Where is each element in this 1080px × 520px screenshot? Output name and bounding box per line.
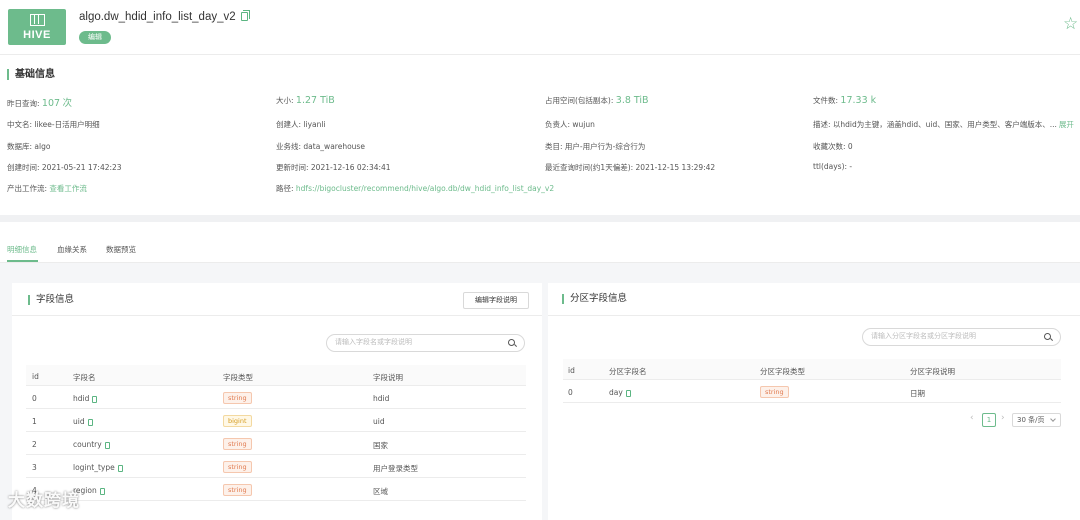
prev-page-icon[interactable]: ‹	[970, 413, 974, 423]
field-search	[326, 334, 525, 352]
table-name: algo.dw_hdid_info_list_day_v2	[79, 10, 250, 23]
owner-info: 负责人: wujun	[545, 120, 595, 129]
table-row: 0 hdid string hdid	[26, 386, 526, 409]
fields-panel: 字段信息 编辑字段说明 id 字段名 字段类型 字段说明 0 hdid stri…	[12, 283, 542, 520]
fields-panel-title: 字段信息	[28, 295, 74, 305]
partition-panel-title: 分区字段信息	[562, 294, 627, 304]
workflow-info: 产出工作流: 查看工作流	[7, 184, 87, 193]
cn-name-info: 中文名: likee-日活用户明细	[7, 120, 100, 129]
hive-logo: HIVE	[8, 9, 66, 45]
table-grid-icon	[30, 14, 45, 26]
search-icon[interactable]	[1044, 333, 1051, 340]
search-icon[interactable]	[508, 339, 515, 346]
description-info: 描述: 以hdid为主键，涵盖hdid、uid、国家、用户类型、客户端版本、..…	[813, 120, 1074, 129]
chevron-down-icon	[1050, 416, 1056, 422]
copy-icon[interactable]	[92, 395, 98, 403]
expand-link[interactable]: 展开	[1059, 120, 1074, 129]
fields-panel-header: 字段信息 编辑字段说明	[12, 283, 542, 316]
copy-icon[interactable]	[87, 418, 93, 426]
copy-icon[interactable]	[625, 389, 631, 397]
table-header-row: id 字段名 字段类型 字段说明	[26, 365, 526, 386]
creator-info: 创建人: liyanli	[276, 120, 326, 129]
category-info: 类目: 用户-用户行为-综合行为	[545, 142, 646, 151]
basic-info-title: 基础信息	[7, 69, 55, 80]
business-line-info: 业务线: data_warehouse	[276, 142, 365, 151]
view-workflow-link[interactable]: 查看工作流	[49, 184, 87, 193]
tab-preview[interactable]: 数据预览	[106, 244, 136, 255]
table-header: HIVE algo.dw_hdid_info_list_day_v2 编辑 ☆	[0, 0, 1080, 55]
partition-search	[862, 328, 1061, 346]
pagination: ‹ 1 › 30 条/页	[970, 413, 1062, 427]
next-page-icon[interactable]: ›	[1001, 413, 1005, 423]
type-tag: string	[223, 461, 252, 473]
partition-panel: 分区字段信息 id 分区字段名 分区字段类型 分区字段说明 0 day stri…	[548, 283, 1080, 520]
table-row: 1 uid bigint uid	[26, 409, 526, 432]
type-tag: string	[760, 386, 789, 398]
copy-icon[interactable]	[104, 441, 110, 449]
edit-field-desc-button[interactable]: 编辑字段说明	[463, 292, 529, 309]
table-row: 0 day string 日期	[563, 380, 1061, 403]
copy-icon[interactable]	[240, 10, 250, 22]
section-divider	[0, 215, 1080, 222]
size-info: 大小: 1.27 TiB	[276, 95, 335, 106]
file-count-info: 文件数: 17.33 k	[813, 95, 877, 106]
watermark: 大数跨境	[8, 491, 80, 511]
type-tag: string	[223, 392, 252, 404]
favorites-info: 收藏次数: 0	[813, 142, 853, 151]
type-tag: string	[223, 484, 252, 496]
copy-icon[interactable]	[117, 464, 123, 472]
edit-tag[interactable]: 编辑	[79, 31, 111, 44]
partition-search-input[interactable]	[871, 332, 1041, 340]
tab-detail[interactable]: 明细信息	[7, 244, 37, 255]
hdfs-path-link[interactable]: hdfs://bigocluster/recommend/hive/algo.d…	[296, 184, 554, 193]
page-size-select[interactable]: 30 条/页	[1012, 413, 1061, 427]
space-info: 占用空间(包括副本): 3.8 TiB	[545, 95, 649, 106]
last-query-info: 最近查询时间(约1天偏差): 2021-12-15 13:29:42	[545, 163, 716, 172]
update-time-info: 更新时间: 2021-12-16 02:34:41	[276, 163, 391, 172]
field-search-input[interactable]	[335, 338, 505, 346]
yesterday-query: 昨日查询: 107 次	[7, 98, 72, 109]
table-row: 2 country string 国家	[26, 432, 526, 455]
page-number[interactable]: 1	[982, 413, 996, 427]
database-info: 数据库: algo	[7, 142, 51, 151]
table-row: 3 logint_type string 用户登录类型	[26, 455, 526, 478]
table-row: 4 region string 区域	[26, 478, 526, 501]
ttl-info: ttl(days): -	[813, 162, 853, 171]
type-tag: bigint	[223, 415, 252, 427]
create-time-info: 创建时间: 2021-05-21 17:42:23	[7, 163, 122, 172]
partition-panel-header: 分区字段信息	[548, 283, 1080, 316]
table-name-text: algo.dw_hdid_info_list_day_v2	[79, 11, 236, 23]
hive-logo-text: HIVE	[23, 29, 51, 41]
tab-lineage[interactable]: 血缘关系	[57, 244, 87, 255]
star-icon[interactable]: ☆	[1063, 16, 1078, 33]
path-info: 路径: hdfs://bigocluster/recommend/hive/al…	[276, 184, 555, 193]
type-tag: string	[223, 438, 252, 450]
table-header-row: id 分区字段名 分区字段类型 分区字段说明	[563, 359, 1061, 380]
copy-icon[interactable]	[99, 487, 105, 495]
